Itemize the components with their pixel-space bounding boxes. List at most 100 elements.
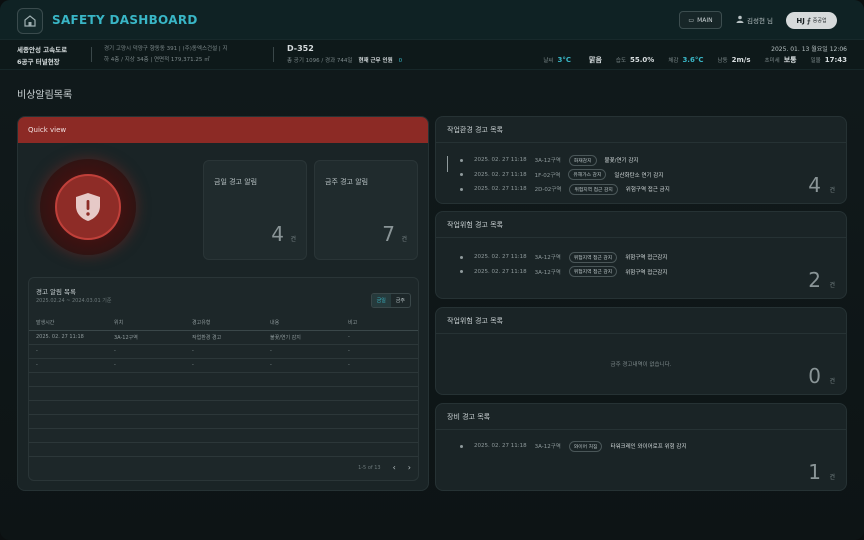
prev-page-icon[interactable]: ‹ bbox=[393, 463, 396, 472]
column-header[interactable]: 비고 bbox=[341, 316, 418, 331]
warning-count: 4 bbox=[808, 173, 821, 197]
site-name-line1: 세종안성 고속도로 bbox=[17, 46, 68, 54]
weather-item: 맑음 bbox=[585, 55, 602, 65]
table-cell bbox=[29, 372, 107, 387]
weather-item: 남동 2m/s bbox=[717, 56, 750, 64]
count-unit: 건 bbox=[829, 474, 835, 481]
list-item[interactable]: 2025. 02. 27 11:18 1F-02구역 유해가스 감지 일산화탄소 연기… bbox=[460, 168, 670, 183]
weather-value: 3°C bbox=[557, 56, 571, 64]
table-cell bbox=[263, 414, 341, 429]
table-cell bbox=[29, 386, 107, 401]
warning-list: 2025. 02. 27 11:18 3A-12구역 와이어 처짐 타워크레인 와이어… bbox=[460, 439, 687, 454]
table-cell: - bbox=[185, 344, 263, 359]
table-cell: - bbox=[185, 358, 263, 373]
table-cell bbox=[341, 386, 418, 401]
table-row[interactable] bbox=[29, 428, 418, 443]
item-tag: 유해가스 감지 bbox=[568, 169, 607, 181]
table-header: 발생시간 위치 경고유형 내용 비고 bbox=[29, 316, 418, 331]
weather-label: 초미세 bbox=[764, 58, 780, 64]
item-tag: 위험지역 접근 감지 bbox=[569, 183, 618, 195]
table-row[interactable]: 2025. 02. 27 11:18 3A-12구역 작업환경 경고 불꽃/연기 감지… bbox=[29, 330, 418, 345]
divider bbox=[273, 47, 274, 62]
warning-list: 2025. 02. 27 11:18 3A-12구역 위험지역 접근 감지 위험구역 … bbox=[460, 250, 667, 279]
table-cell bbox=[263, 442, 341, 457]
main-button[interactable]: ▭ MAIN bbox=[679, 11, 722, 29]
item-desc: 타워크레인 와이어로프 위험 감지 bbox=[610, 444, 687, 451]
warning-count: 0 bbox=[808, 364, 821, 388]
item-time: 2025. 02. 27 11:18 bbox=[474, 186, 527, 193]
week-alert-label: 금주 경고 알림 bbox=[325, 178, 369, 186]
item-zone: 3A-12구역 bbox=[534, 255, 561, 262]
table-cell: 불꽃/연기 감지 bbox=[263, 330, 341, 345]
column-header[interactable]: 발생시간 bbox=[29, 316, 107, 331]
tab-today[interactable]: 금일 bbox=[371, 294, 391, 307]
schedule-info: 총 공기 1096 / 경과 744일 현재 근무 인원 0 bbox=[287, 56, 402, 64]
item-tag: 와이어 처짐 bbox=[568, 440, 603, 452]
column-header[interactable]: 위치 bbox=[107, 316, 185, 331]
table-row[interactable] bbox=[29, 400, 418, 415]
weather-item: 날씨 3°C bbox=[543, 56, 571, 64]
table-row[interactable] bbox=[29, 372, 418, 387]
item-desc: 위험구역 접근감지 bbox=[625, 269, 668, 276]
next-page-icon[interactable]: › bbox=[408, 463, 411, 472]
weather-item: 체감 3.6°C bbox=[668, 56, 703, 64]
list-item[interactable]: 2025. 02. 27 11:18 2D-02구역 위험지역 접근 감지 위험구역 … bbox=[460, 182, 670, 197]
user-menu[interactable]: 김성현 님 bbox=[736, 15, 773, 25]
warning-list-panel: 작업위험 경고 목록 금주 경고내역이 없습니다. 0 건 bbox=[435, 307, 847, 395]
shield-alert-icon bbox=[55, 174, 121, 240]
item-zone: 3A-12구역 bbox=[534, 269, 561, 276]
app-title: SAFETY DASHBOARD bbox=[52, 13, 198, 27]
today-alert-card: 금일 경고 알림 4 건 bbox=[203, 160, 307, 260]
table-cell bbox=[29, 414, 107, 429]
table-cell: 3A-12구역 bbox=[107, 330, 185, 345]
item-zone: 3A-12구역 bbox=[534, 444, 561, 451]
table-cell bbox=[263, 400, 341, 415]
list-item[interactable]: 2025. 02. 27 11:18 3A-12구역 화재감지 불꽃/연기 감지 bbox=[460, 153, 670, 168]
pagination-info: 1-5 of 13 bbox=[358, 464, 381, 471]
table-cell bbox=[185, 372, 263, 387]
warning-count: 1 bbox=[808, 460, 821, 484]
divider bbox=[91, 47, 92, 62]
app-window: SAFETY DASHBOARD ▭ MAIN 김성현 님 HJ ⨍ 중공업 세… bbox=[0, 0, 864, 540]
table-cell: - bbox=[29, 344, 107, 359]
table-cell: - bbox=[107, 344, 185, 359]
weather-label: 일몰 bbox=[810, 58, 821, 64]
quick-view-panel: Quick view 금일 경고 알림 4 건 금주 경고 알림 7 건 경고 … bbox=[17, 116, 429, 491]
list-item[interactable]: 2025. 02. 27 11:18 3A-12구역 위험지역 접근 감지 위험구역 … bbox=[460, 265, 667, 280]
scroll-indicator[interactable] bbox=[447, 156, 448, 172]
table-row[interactable]: ----- bbox=[29, 344, 418, 359]
table-cell bbox=[185, 414, 263, 429]
table-cell: - bbox=[29, 358, 107, 373]
table-row[interactable] bbox=[29, 414, 418, 429]
table-cell bbox=[107, 414, 185, 429]
item-desc: 위험구역 접근감지 bbox=[625, 255, 668, 262]
period-toggle: 금일 금주 bbox=[370, 293, 411, 308]
brand-logo: HJ ⨍ 중공업 bbox=[786, 12, 837, 29]
weather-value: 맑음 bbox=[589, 56, 602, 64]
user-name: 김성현 님 bbox=[747, 17, 773, 25]
empty-message: 금주 경고내역이 없습니다. bbox=[610, 362, 672, 368]
table-row[interactable]: ----- bbox=[29, 358, 418, 373]
workers-label: 현재 근무 인원 bbox=[358, 58, 393, 64]
tab-week[interactable]: 금주 bbox=[391, 294, 410, 307]
list-item[interactable]: 2025. 02. 27 11:18 3A-12구역 위험지역 접근 감지 위험구역 … bbox=[460, 250, 667, 265]
item-tag: 위험지역 접근 감지 bbox=[568, 251, 618, 263]
weather-item: 습도 55.0% bbox=[616, 56, 654, 64]
home-icon[interactable] bbox=[17, 8, 43, 34]
table-cell bbox=[341, 414, 418, 429]
page-title: 비상알림목록 bbox=[17, 90, 73, 101]
table-cell: - bbox=[341, 344, 418, 359]
weather-label: 날씨 bbox=[543, 58, 554, 64]
weather-value: 보통 bbox=[783, 56, 797, 64]
column-header[interactable]: 내용 bbox=[263, 316, 341, 331]
table-row[interactable] bbox=[29, 386, 418, 401]
schedule-text: 총 공기 1096 / 경과 744일 bbox=[287, 58, 353, 64]
main-button-label: MAIN bbox=[697, 16, 713, 24]
weather-label: 습도 bbox=[615, 58, 627, 64]
column-header[interactable]: 경고유형 bbox=[185, 316, 263, 331]
emergency-alarm[interactable] bbox=[40, 159, 136, 255]
item-zone: 1F-02구역 bbox=[534, 172, 561, 179]
table-row[interactable] bbox=[29, 442, 418, 457]
list-item[interactable]: 2025. 02. 27 11:18 3A-12구역 와이어 처짐 타워크레인 와이어… bbox=[460, 439, 687, 454]
panel-title: 작업위험 경고 목록 bbox=[436, 308, 846, 334]
